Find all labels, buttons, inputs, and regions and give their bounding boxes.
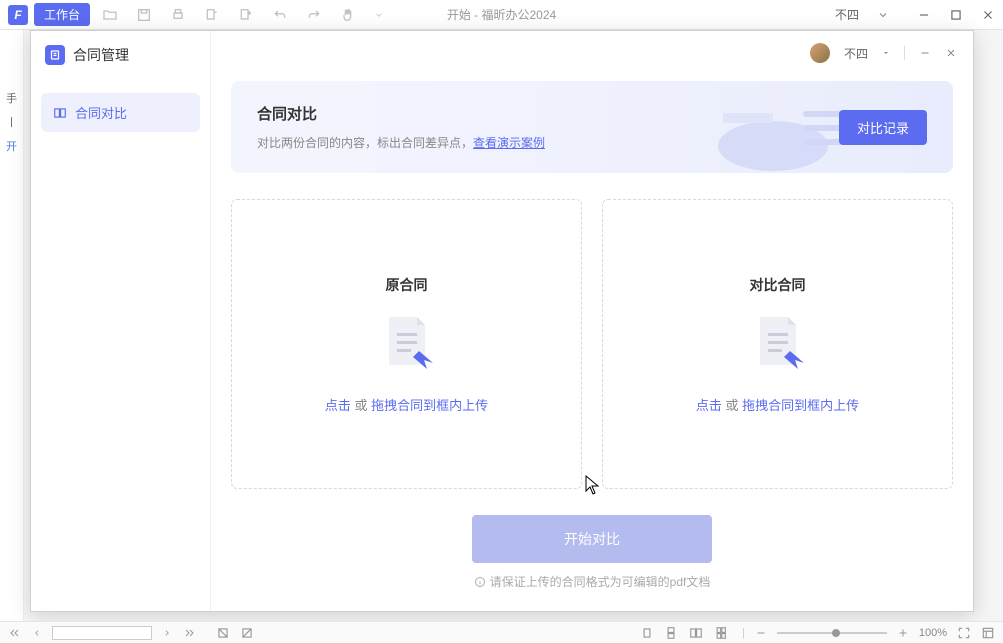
- upload-original[interactable]: 原合同 点击 或 拖拽合同到框内上传: [231, 199, 582, 489]
- card-title: 原合同: [386, 275, 428, 295]
- file-upload-icon: [379, 313, 435, 373]
- statusbar: | 100%: [0, 621, 1003, 643]
- export-icon[interactable]: [204, 7, 220, 23]
- avatar[interactable]: [810, 43, 830, 63]
- layout-icon-2[interactable]: [240, 626, 254, 640]
- fit-icon[interactable]: [957, 626, 971, 640]
- redo-icon[interactable]: [306, 7, 322, 23]
- close-icon[interactable]: [945, 47, 957, 59]
- zoom-slider[interactable]: [777, 632, 887, 634]
- sidebar-title: 合同管理: [73, 45, 129, 65]
- last-page-icon[interactable]: [182, 627, 196, 639]
- sidebar-item-compare[interactable]: 合同对比: [41, 93, 200, 132]
- card-hint: 点击 或 拖拽合同到框内上传: [696, 395, 859, 414]
- hand-icon[interactable]: [340, 7, 356, 23]
- maximize-icon[interactable]: [949, 8, 963, 22]
- history-button[interactable]: 对比记录: [839, 110, 927, 145]
- file-upload-icon: [750, 313, 806, 373]
- view-single-icon[interactable]: [640, 626, 654, 640]
- contract-logo-icon: [45, 45, 65, 65]
- sidebar-header: 合同管理: [41, 45, 200, 65]
- zoom-out-icon[interactable]: [755, 627, 767, 639]
- demo-link[interactable]: 查看演示案例: [473, 136, 545, 150]
- layout-icon-1[interactable]: [216, 626, 230, 640]
- titlebar-user[interactable]: 不四: [835, 6, 859, 23]
- upload-row: 原合同 点击 或 拖拽合同到框内上传 对比合同: [231, 199, 953, 489]
- view-facing-cont-icon[interactable]: [714, 626, 732, 640]
- chevron-down-icon[interactable]: [882, 49, 890, 57]
- start-compare-button[interactable]: 开始对比: [472, 515, 712, 563]
- compare-icon: [53, 106, 67, 120]
- chevron-down-icon[interactable]: [374, 7, 384, 23]
- strip-open: 开: [0, 138, 23, 154]
- modal-topbar: 不四: [810, 43, 957, 63]
- save-icon[interactable]: [136, 7, 152, 23]
- undo-icon[interactable]: [272, 7, 288, 23]
- prev-page-icon[interactable]: [32, 627, 42, 639]
- print-icon[interactable]: [170, 7, 186, 23]
- app-logo-icon: F: [8, 5, 28, 25]
- view-continuous-icon[interactable]: [664, 626, 678, 640]
- open-icon[interactable]: [102, 7, 118, 23]
- view-facing-icon[interactable]: [688, 626, 704, 640]
- separator: [904, 46, 905, 60]
- sidebar-item-label: 合同对比: [75, 103, 127, 122]
- fullscreen-icon[interactable]: [981, 626, 995, 640]
- zoom-value: 100%: [919, 627, 947, 639]
- titlebar: F 工作台 开始 - 福昕办公2024 不四: [0, 0, 1003, 30]
- card-title: 对比合同: [750, 275, 806, 295]
- strip-sep: 丨: [0, 114, 23, 130]
- next-page-icon[interactable]: [162, 627, 172, 639]
- page-input[interactable]: [52, 626, 152, 640]
- strip-hand: 手: [0, 90, 23, 106]
- modal-content: 不四 合同对比 对比两份合同的内容，标出合同差异点，查看演示案例 对比记录: [211, 31, 973, 611]
- minimize-icon[interactable]: [917, 8, 931, 22]
- left-panel-strip: 手 丨 开: [0, 30, 24, 621]
- quick-toolbar: [102, 7, 384, 23]
- upload-compare[interactable]: 对比合同 点击 或 拖拽合同到框内上传: [602, 199, 953, 489]
- modal-sidebar: 合同管理 合同对比: [31, 31, 211, 611]
- card-hint: 点击 或 拖拽合同到框内上传: [325, 395, 488, 414]
- window-title: 开始 - 福昕办公2024: [447, 6, 556, 23]
- contract-modal: 合同管理 合同对比 不四 合同对比: [30, 30, 974, 612]
- modal-user[interactable]: 不四: [844, 45, 868, 62]
- minimize-icon[interactable]: [919, 47, 931, 59]
- info-icon: [474, 576, 486, 588]
- zoom-in-icon[interactable]: [897, 627, 909, 639]
- footnote: 请保证上传的合同格式为可编辑的pdf文档: [231, 573, 953, 590]
- workbench-button[interactable]: 工作台: [34, 3, 90, 26]
- chevron-down-icon[interactable]: [877, 9, 889, 21]
- close-icon[interactable]: [981, 8, 995, 22]
- first-page-icon[interactable]: [8, 627, 22, 639]
- new-icon[interactable]: [238, 7, 254, 23]
- banner: 合同对比 对比两份合同的内容，标出合同差异点，查看演示案例 对比记录: [231, 81, 953, 173]
